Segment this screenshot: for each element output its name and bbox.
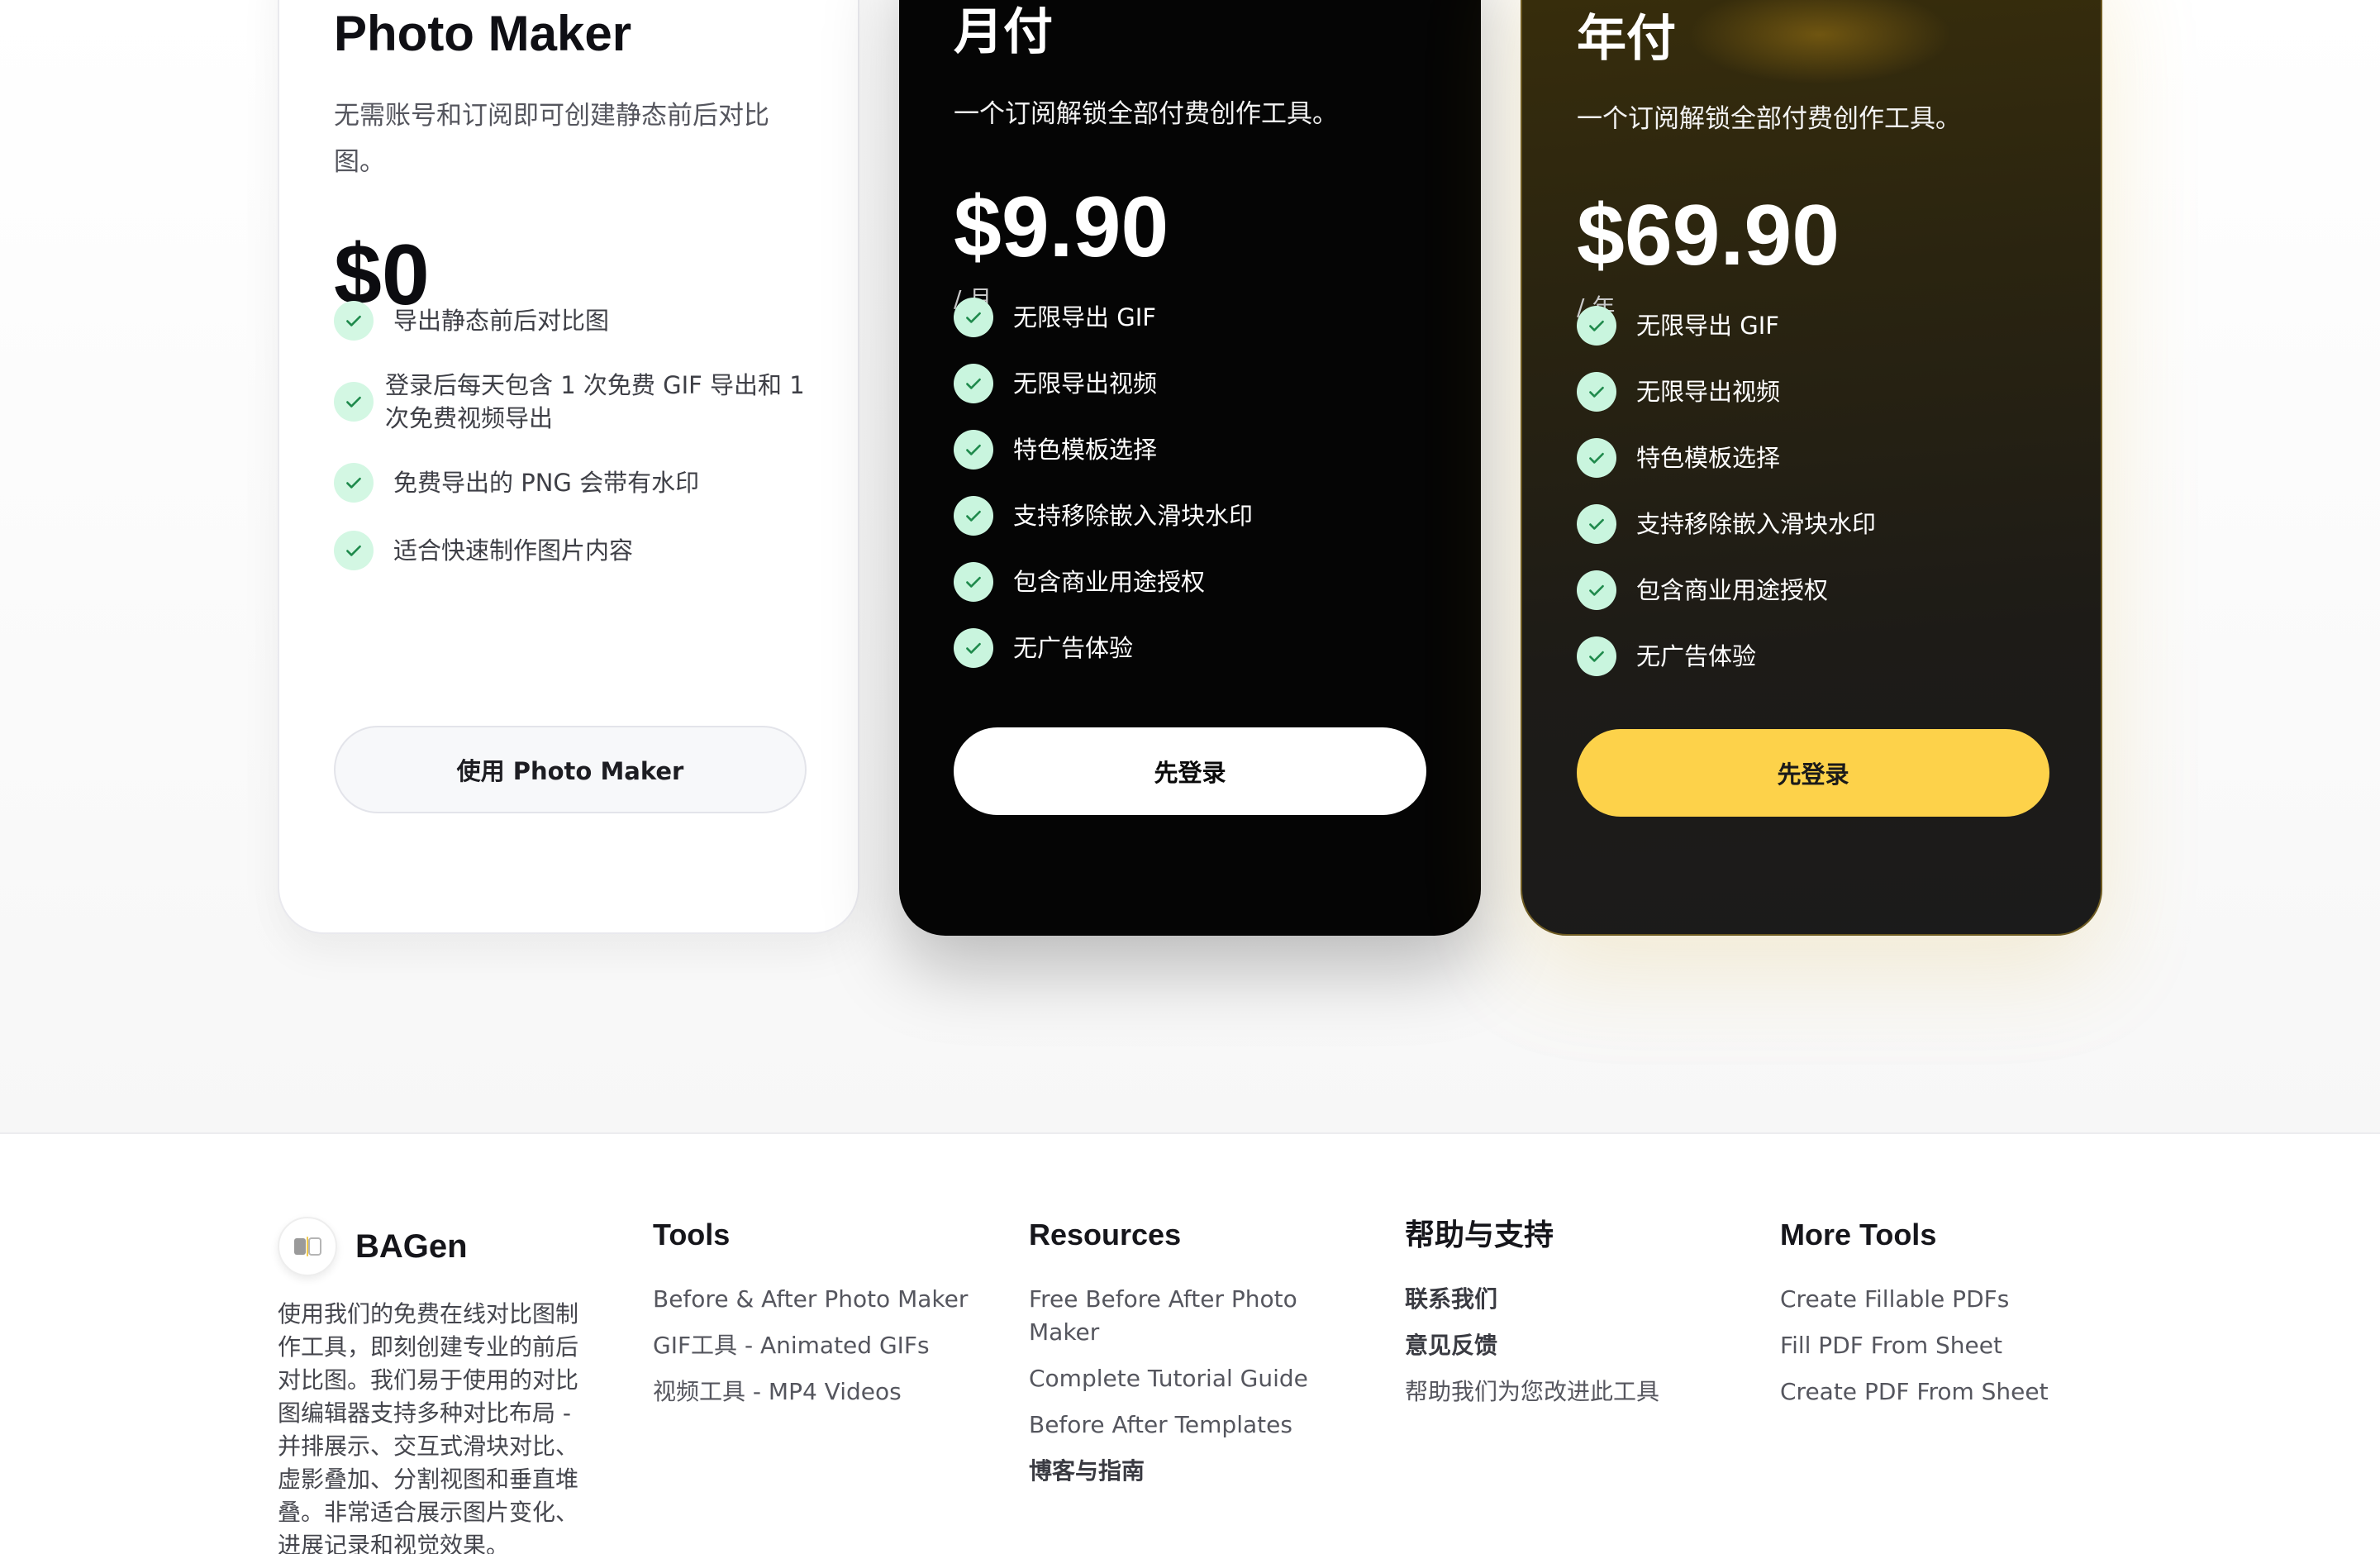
feature-item: 适合快速制作图片内容	[334, 531, 830, 570]
footer-link[interactable]: Free Before After Photo Maker	[1029, 1283, 1326, 1349]
check-icon	[954, 298, 993, 337]
footer-link[interactable]: Before After Templates	[1029, 1409, 1326, 1442]
footer-column-tools: Tools Before & After Photo Maker GIF工具 -…	[653, 1217, 968, 1422]
check-icon	[954, 364, 993, 403]
plan-card-free: Photo Maker 无需账号和订阅即可创建静态前后对比图。 $0 导出静态前…	[278, 0, 859, 934]
feature-text: 无限导出视频	[1636, 378, 1781, 406]
check-icon	[954, 628, 993, 668]
check-icon	[954, 496, 993, 536]
feature-item: 包含商业用途授权	[1577, 570, 1876, 610]
feature-item: 导出静态前后对比图	[334, 301, 830, 341]
plan-price: $9.90	[954, 179, 1169, 275]
yearly-login-button[interactable]: 先登录	[1577, 729, 2049, 817]
footer-link[interactable]: 联系我们	[1405, 1283, 1659, 1316]
feature-list: 无限导出 GIF 无限导出视频 特色模板选择 支持移除嵌入滑块水印 包含商业用途…	[954, 298, 1253, 694]
feature-text: 无限导出视频	[1013, 369, 1158, 398]
feature-text: 无广告体验	[1636, 642, 1757, 670]
footer-link[interactable]: 视频工具 - MP4 Videos	[653, 1375, 968, 1409]
check-icon	[1577, 438, 1616, 478]
feature-item: 支持移除嵌入滑块水印	[954, 496, 1253, 536]
footer-link[interactable]: Before & After Photo Maker	[653, 1283, 968, 1316]
plan-card-yearly: 年付 一个订阅解锁全部付费创作工具。 $69.90 / 年 无限导出 GIF 无…	[1521, 0, 2102, 936]
feature-item: 无限导出视频	[1577, 372, 1876, 412]
brand-name: BAGen	[355, 1227, 468, 1265]
feature-list: 无限导出 GIF 无限导出视频 特色模板选择 支持移除嵌入滑块水印 包含商业用途…	[1577, 306, 1876, 703]
footer-link[interactable]: 意见反馈	[1405, 1329, 1659, 1362]
footer-link[interactable]: Complete Tutorial Guide	[1029, 1362, 1326, 1395]
feature-item: 包含商业用途授权	[954, 562, 1253, 602]
feature-item: 登录后每天包含 1 次免费 GIF 导出和 1 次免费视频导出	[334, 369, 830, 435]
footer-column-more-tools: More Tools Create Fillable PDFs Fill PDF…	[1780, 1217, 2049, 1422]
feature-text: 支持移除嵌入滑块水印	[1013, 502, 1254, 530]
feature-item: 无广告体验	[954, 628, 1253, 668]
plan-title: 月付	[954, 4, 1053, 60]
check-icon	[334, 301, 374, 341]
feature-item: 无限导出 GIF	[954, 298, 1253, 337]
check-icon	[1577, 570, 1616, 610]
brand-logo-icon	[278, 1217, 337, 1276]
feature-text: 导出静态前后对比图	[393, 307, 610, 335]
feature-text: 包含商业用途授权	[1636, 576, 1829, 604]
feature-text: 包含商业用途授权	[1013, 568, 1206, 596]
check-icon	[1577, 306, 1616, 346]
plan-title: Photo Maker	[334, 6, 632, 61]
check-icon	[334, 382, 374, 422]
check-icon	[1577, 504, 1616, 544]
footer-column-resources: Resources Free Before After Photo Maker …	[1029, 1217, 1326, 1501]
footer-heading: Resources	[1029, 1218, 1182, 1251]
check-icon	[1577, 636, 1616, 676]
feature-text: 免费导出的 PNG 会带有水印	[393, 469, 700, 497]
feature-text: 特色模板选择	[1636, 444, 1781, 472]
feature-item: 特色模板选择	[954, 430, 1253, 470]
feature-item: 免费导出的 PNG 会带有水印	[334, 463, 830, 503]
plan-card-monthly: 月付 一个订阅解锁全部付费创作工具。 $9.90 / 月 无限导出 GIF 无限…	[899, 0, 1481, 936]
page: Photo Maker 无需账号和订阅即可创建静态前后对比图。 $0 导出静态前…	[0, 0, 2380, 1554]
check-icon	[954, 430, 993, 470]
plan-description: 一个订阅解锁全部付费创作工具。	[954, 99, 1338, 129]
footer-link[interactable]: GIF工具 - Animated GIFs	[653, 1329, 968, 1362]
check-icon	[1577, 372, 1616, 412]
feature-item: 无广告体验	[1577, 636, 1876, 676]
feature-text: 无广告体验	[1013, 634, 1134, 662]
site-footer: BAGen 使用我们的免费在线对比图制作工具，即刻创建专业的前后对比图。我们易于…	[0, 1132, 2380, 1554]
monthly-login-button[interactable]: 先登录	[954, 727, 1426, 815]
feature-text: 适合快速制作图片内容	[393, 536, 634, 565]
check-icon	[954, 562, 993, 602]
feature-text: 特色模板选择	[1013, 436, 1158, 464]
footer-heading: More Tools	[1780, 1218, 1937, 1251]
plan-description: 一个订阅解锁全部付费创作工具。	[1577, 104, 1961, 134]
plan-title: 年付	[1577, 11, 1676, 66]
footer-link[interactable]: 博客与指南	[1029, 1455, 1326, 1488]
feature-item: 无限导出 GIF	[1577, 306, 1876, 346]
feature-list: 导出静态前后对比图 登录后每天包含 1 次免费 GIF 导出和 1 次免费视频导…	[334, 301, 830, 598]
feature-item: 特色模板选择	[1577, 438, 1876, 478]
footer-column-help: 帮助与支持 联系我们 意见反馈 帮助我们为您改进此工具	[1405, 1217, 1659, 1422]
plan-description: 无需账号和订阅即可创建静态前后对比图。	[334, 101, 769, 177]
feature-text: 支持移除嵌入滑块水印	[1636, 510, 1877, 538]
feature-text: 登录后每天包含 1 次免费 GIF 导出和 1 次免费视频导出	[385, 371, 805, 432]
feature-item: 无限导出视频	[954, 364, 1253, 403]
pricing-section: Photo Maker 无需账号和订阅即可创建静态前后对比图。 $0 导出静态前…	[0, 0, 2380, 1132]
plan-price: $69.90	[1577, 188, 1840, 284]
check-icon	[334, 463, 374, 503]
check-icon	[334, 531, 374, 570]
brand[interactable]: BAGen	[278, 1217, 468, 1276]
feature-text: 无限导出 GIF	[1013, 303, 1156, 331]
footer-heading: Tools	[653, 1218, 731, 1251]
footer-heading: 帮助与支持	[1405, 1218, 1554, 1251]
highlight-glow	[1687, 0, 1952, 84]
feature-text: 无限导出 GIF	[1636, 312, 1779, 340]
use-photo-maker-button[interactable]: 使用 Photo Maker	[334, 726, 807, 813]
feature-item: 支持移除嵌入滑块水印	[1577, 504, 1876, 544]
brand-description: 使用我们的免费在线对比图制作工具，即刻创建专业的前后对比图。我们易于使用的对比图…	[278, 1300, 579, 1554]
footer-link[interactable]: Create Fillable PDFs	[1780, 1283, 2049, 1316]
footer-link[interactable]: Create PDF From Sheet	[1780, 1375, 2049, 1409]
footer-link[interactable]: 帮助我们为您改进此工具	[1405, 1375, 1659, 1409]
footer-link[interactable]: Fill PDF From Sheet	[1780, 1329, 2049, 1362]
